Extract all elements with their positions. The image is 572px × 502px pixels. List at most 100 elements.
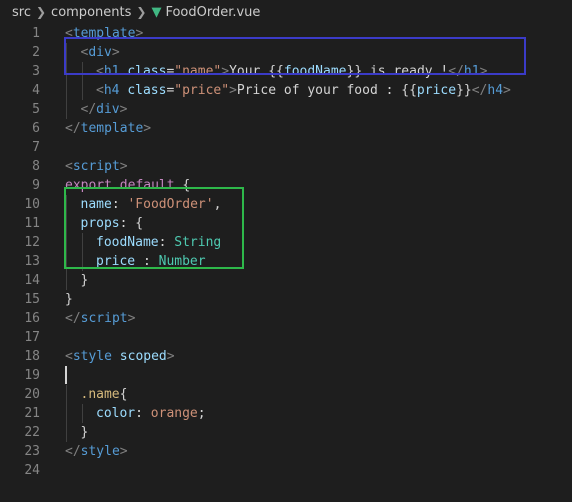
line-number: 14 [24,273,40,288]
indent-guide [66,100,67,119]
code-line[interactable]: 14} [0,271,572,290]
code-token: }} [456,83,472,98]
code-token: > [143,121,152,136]
line-number: 2 [32,45,40,60]
indent-guide [81,81,83,100]
code-text: <script> [65,157,128,176]
line-number: 17 [24,330,40,345]
code-line[interactable]: 4 <h4 class="price">Price of your food : … [0,81,572,100]
line-number: 10 [24,197,40,212]
props-highlight-box [64,187,244,269]
template-highlight-box [64,37,526,75]
code-token: > [503,83,511,98]
code-token: scoped [119,349,167,364]
code-token: { [119,387,128,402]
code-text: </template> [65,119,151,138]
code-text: <h4 class="price">Price of your food : {… [96,81,511,100]
code-line[interactable]: 18 <style scoped> [0,347,572,366]
code-token: orange [150,406,198,421]
line-number: 19 [24,368,40,383]
code-text: </div> [81,100,128,119]
code-text: } [81,271,89,290]
code-token: < [65,159,73,174]
line-number: 24 [24,463,40,478]
code-line[interactable]: 16 </script> [0,309,572,328]
chevron-right-icon: ❯ [136,5,147,19]
indent-guide [66,81,67,100]
code-text: } [65,290,73,309]
code-line[interactable]: 7 [0,138,572,157]
indent-guide [81,404,83,423]
code-token: < [96,83,104,98]
line-number: 5 [32,102,40,117]
line-number: 4 [32,83,40,98]
code-text: </script> [65,309,135,328]
code-token: price [416,83,457,98]
code-token: > [119,159,128,174]
code-token: template [80,121,144,136]
line-number: 22 [24,425,40,440]
code-token: color [96,406,136,421]
line-number: 20 [24,387,40,402]
breadcrumb-segment-components[interactable]: components [51,5,131,20]
code-token: script [72,159,120,174]
code-token: } [65,292,73,307]
breadcrumb: src ❯ components ❯ ▼ FoodOrder.vue [0,0,572,24]
code-line[interactable]: 5 </div> [0,100,572,119]
code-token: > [119,444,128,459]
code-token: div [96,102,120,117]
chevron-right-icon: ❯ [35,5,47,19]
code-token: </ [65,311,81,326]
code-token: ; [197,406,206,421]
line-number: 11 [24,216,40,231]
line-number: 9 [32,178,40,193]
line-number: 6 [32,121,40,136]
code-token: } [80,425,89,440]
code-line[interactable]: 21 color: orange; [0,404,572,423]
line-number: 16 [24,311,40,326]
code-line[interactable]: 6 </template> [0,119,572,138]
code-line[interactable]: 15} [0,290,572,309]
code-text: } [81,423,89,442]
code-token: "price" [174,83,230,98]
code-line[interactable]: 20 .name{ [0,385,572,404]
code-line[interactable]: 19 [0,366,572,385]
code-line[interactable]: 22} [0,423,572,442]
code-token: } [80,273,89,288]
indent-guide [66,271,67,290]
code-token: .name [80,387,120,402]
line-number: 23 [24,444,40,459]
code-line[interactable]: 8 <script> [0,157,572,176]
code-token: > [119,102,128,117]
code-token: > [127,311,136,326]
line-number: 8 [32,159,40,174]
code-text: <style scoped> [65,347,175,366]
code-text: color: orange; [96,404,206,423]
vue-logo-icon: ▼ [151,4,162,20]
indent-guide [66,423,67,442]
code-token: h4 [103,83,120,98]
line-number: 18 [24,349,40,364]
text-cursor [65,366,67,384]
code-text: .name{ [81,385,128,404]
code-line[interactable]: 24 [0,461,572,480]
indent-guide [66,385,67,404]
code-token: style [72,349,112,364]
code-line[interactable]: 23 </style> [0,442,572,461]
breadcrumb-file-name[interactable]: FoodOrder.vue [165,5,260,20]
line-number: 3 [32,64,40,79]
line-number: 15 [24,292,40,307]
line-number: 21 [24,406,40,421]
line-number: 1 [32,26,40,41]
code-token: </ [471,83,488,98]
code-token: class [127,83,167,98]
indent-guide [66,404,67,423]
code-token: style [80,444,120,459]
line-number: 12 [24,235,40,250]
code-token: > [166,349,175,364]
code-text: </style> [65,442,128,461]
breadcrumb-segment-src[interactable]: src [12,5,31,20]
code-token: Price of your food : {{ [236,83,417,98]
code-line[interactable]: 17 [0,328,572,347]
